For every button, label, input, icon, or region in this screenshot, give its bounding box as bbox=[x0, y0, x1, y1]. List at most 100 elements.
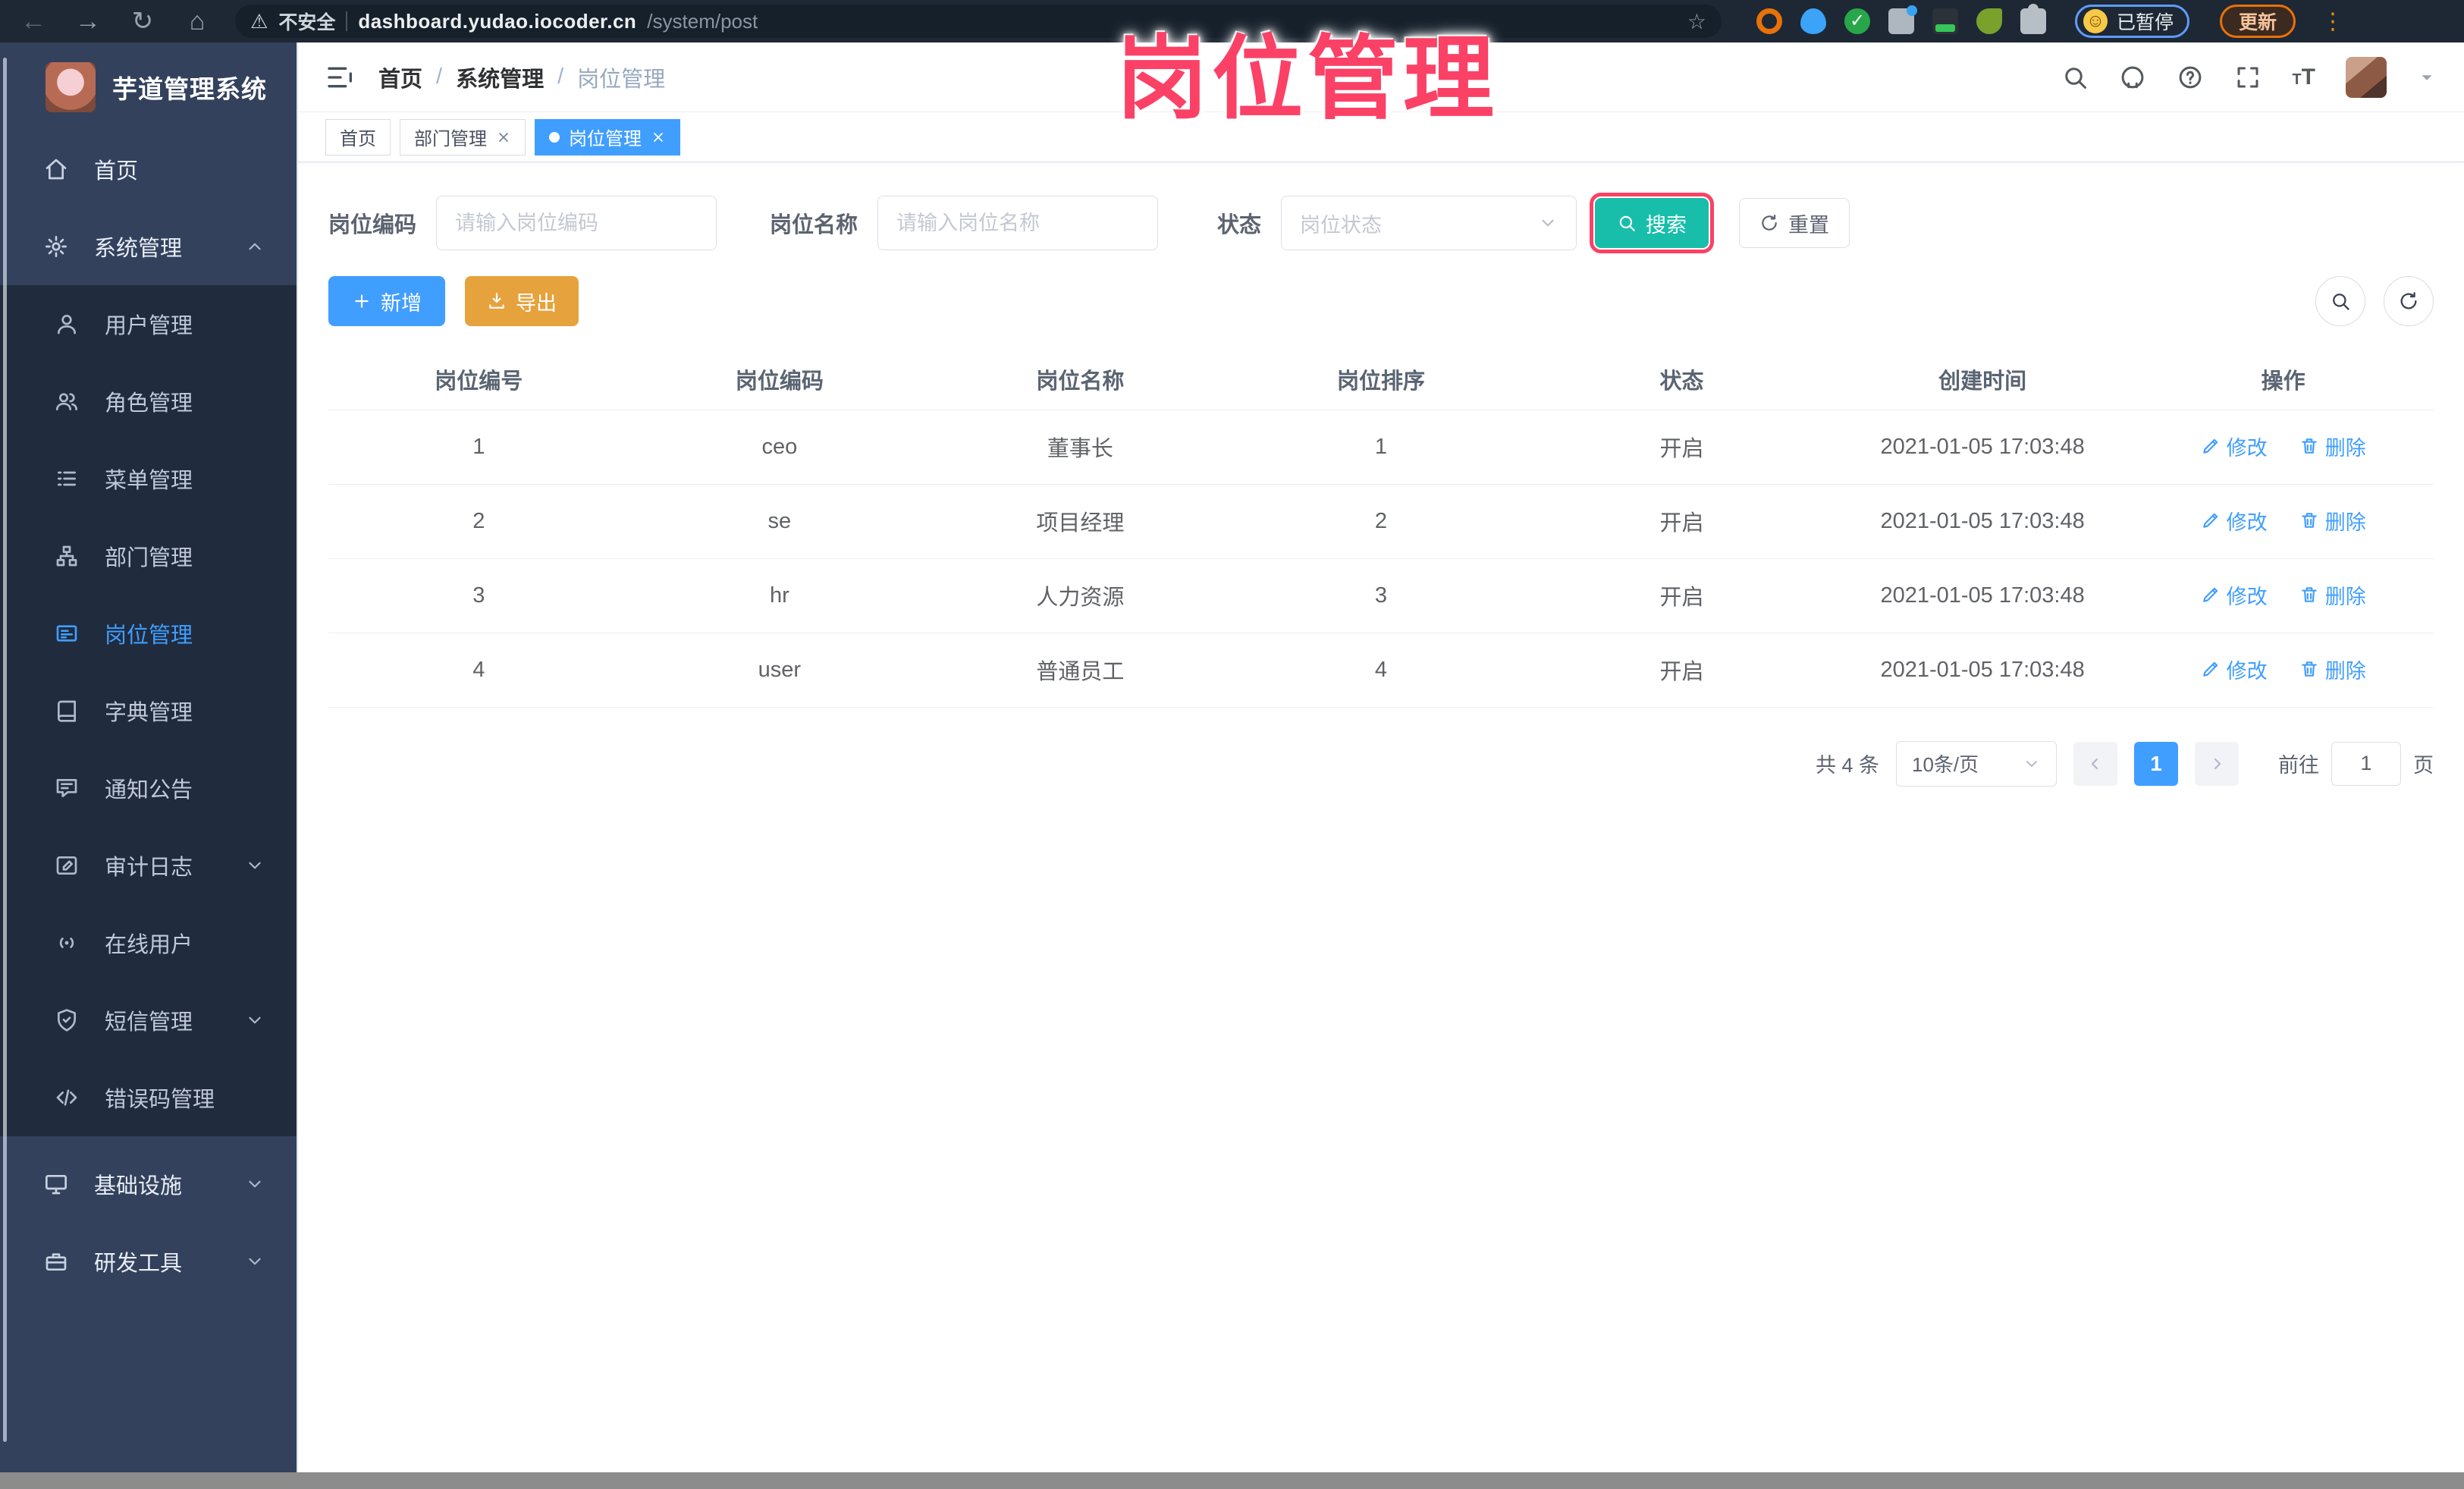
export-button[interactable]: 导出 bbox=[465, 276, 579, 326]
sidebar-item-dict[interactable]: 字典管理 bbox=[0, 672, 297, 749]
sidebar-item-sms[interactable]: 短信管理 bbox=[0, 982, 297, 1059]
edit-link[interactable]: 修改 bbox=[2201, 432, 2268, 461]
sidebar-item-online-users[interactable]: 在线用户 bbox=[0, 904, 297, 982]
browser-forward-icon[interactable]: → bbox=[71, 5, 105, 38]
extension-icon[interactable]: ✓ bbox=[1844, 8, 1870, 34]
breadcrumb-current: 岗位管理 bbox=[577, 67, 666, 92]
paused-badge[interactable]: ☺ 已暂停 bbox=[2075, 5, 2190, 38]
browser-update-button[interactable]: 更新 bbox=[2220, 5, 2296, 38]
sidebar-item-posts[interactable]: 岗位管理 bbox=[0, 595, 297, 672]
status-select[interactable]: 岗位状态 bbox=[1281, 196, 1577, 250]
browser-home-icon[interactable]: ⌂ bbox=[180, 5, 214, 38]
sidebar-item-error-codes[interactable]: 错误码管理 bbox=[0, 1059, 297, 1136]
sidebar-item-menus[interactable]: 菜单管理 bbox=[0, 440, 297, 517]
paused-label: 已暂停 bbox=[2117, 12, 2174, 33]
next-page-button[interactable] bbox=[2195, 741, 2239, 786]
address-bar[interactable]: ⚠ 不安全 dashboard.yudao.iocoder.cn/system/… bbox=[235, 5, 1722, 38]
cell-created: 2021-01-05 17:03:48 bbox=[1832, 633, 2133, 708]
github-icon[interactable] bbox=[2119, 64, 2146, 91]
add-button[interactable]: 新增 bbox=[328, 276, 445, 326]
post-code-input[interactable] bbox=[436, 196, 717, 250]
breadcrumb-system[interactable]: 系统管理 bbox=[456, 61, 544, 93]
sidebar-item-system[interactable]: 系统管理 bbox=[0, 208, 297, 285]
close-icon[interactable] bbox=[496, 130, 511, 145]
browser-reload-icon[interactable]: ↻ bbox=[126, 5, 159, 38]
url-divider bbox=[346, 11, 348, 31]
extension-icon[interactable] bbox=[1976, 8, 2002, 34]
cell-created: 2021-01-05 17:03:48 bbox=[1832, 484, 2133, 559]
extension-icon[interactable] bbox=[1932, 8, 1958, 34]
edit-link[interactable]: 修改 bbox=[2201, 655, 2268, 684]
cell-status: 开启 bbox=[1531, 484, 1832, 559]
cell-actions: 修改 删除 bbox=[2133, 558, 2434, 633]
post-code-label: 岗位编码 bbox=[328, 213, 417, 237]
sidebar-item-label: 字典管理 bbox=[105, 701, 193, 725]
delete-link[interactable]: 删除 bbox=[2299, 506, 2366, 536]
page-unit-label: 页 bbox=[2413, 754, 2434, 777]
sidebar-item-devtools[interactable]: 研发工具 bbox=[0, 1223, 297, 1300]
tab-post[interactable]: 岗位管理 bbox=[535, 118, 680, 155]
goto-page-input[interactable] bbox=[2331, 741, 2401, 786]
breadcrumb-home[interactable]: 首页 bbox=[378, 61, 422, 93]
sidebar-item-label: 角色管理 bbox=[105, 391, 193, 416]
page-size-select[interactable]: 10条/页 bbox=[1896, 740, 2057, 787]
sidebar-item-notice[interactable]: 通知公告 bbox=[0, 749, 297, 827]
sidebar-item-home[interactable]: 首页 bbox=[0, 130, 297, 208]
edit-link[interactable]: 修改 bbox=[2201, 506, 2268, 536]
chevron-down-icon bbox=[245, 1010, 265, 1030]
bookmark-star-icon[interactable]: ☆ bbox=[1687, 9, 1706, 34]
monitor-icon bbox=[44, 1172, 68, 1196]
search-icon[interactable] bbox=[2061, 64, 2089, 91]
page-number-active[interactable]: 1 bbox=[2134, 741, 2178, 786]
browser-back-icon[interactable]: ← bbox=[17, 5, 50, 38]
delete-link[interactable]: 删除 bbox=[2299, 580, 2366, 610]
tab-dept[interactable]: 部门管理 bbox=[400, 118, 526, 155]
sidebar-item-infrastructure[interactable]: 基础设施 bbox=[0, 1145, 297, 1223]
sidebar-item-users[interactable]: 用户管理 bbox=[0, 285, 297, 363]
column-header: 操作 bbox=[2133, 349, 2434, 410]
sidebar-item-audit-log[interactable]: 审计日志 bbox=[0, 827, 297, 904]
font-size-icon[interactable]: TT bbox=[2292, 65, 2315, 89]
kebab-menu-icon[interactable]: ⋮ bbox=[2321, 8, 2344, 35]
question-icon[interactable] bbox=[2177, 64, 2204, 91]
post-name-input[interactable] bbox=[877, 196, 1159, 250]
security-label[interactable]: 不安全 bbox=[278, 8, 335, 35]
extension-icon[interactable] bbox=[1888, 5, 1917, 34]
extension-icon[interactable] bbox=[1800, 8, 1826, 34]
delete-link[interactable]: 删除 bbox=[2299, 655, 2366, 684]
cell-id: 4 bbox=[328, 633, 629, 708]
table-row: 2 se 项目经理 2 开启 2021-01-05 17:03:48 修改 删除 bbox=[328, 484, 2434, 559]
tab-label: 岗位管理 bbox=[569, 129, 642, 149]
cell-created: 2021-01-05 17:03:48 bbox=[1832, 410, 2133, 485]
log-pencil-icon bbox=[55, 853, 79, 878]
hamburger-icon[interactable] bbox=[325, 62, 356, 93]
cell-created: 2021-01-05 17:03:48 bbox=[1832, 558, 2133, 633]
reset-button[interactable]: 重置 bbox=[1739, 198, 1850, 248]
close-icon[interactable] bbox=[651, 130, 666, 145]
sidebar-item-label: 研发工具 bbox=[94, 1252, 183, 1276]
tab-home[interactable]: 首页 bbox=[325, 118, 391, 155]
sidebar-item-label: 在线用户 bbox=[105, 933, 193, 957]
search-button[interactable]: 搜索 bbox=[1590, 193, 1715, 253]
edit-label: 修改 bbox=[2226, 585, 2268, 608]
cell-actions: 修改 删除 bbox=[2133, 410, 2434, 485]
filter-form: 岗位编码 岗位名称 状态 岗位状态 搜索 重置 bbox=[328, 193, 2434, 253]
delete-link[interactable]: 删除 bbox=[2299, 432, 2366, 461]
edit-link[interactable]: 修改 bbox=[2201, 580, 2268, 610]
org-tree-icon bbox=[55, 544, 79, 568]
extension-icon[interactable] bbox=[1756, 8, 1782, 34]
column-header: 岗位排序 bbox=[1230, 349, 1532, 410]
refresh-table-button[interactable] bbox=[2384, 276, 2434, 326]
sidebar-item-roles[interactable]: 角色管理 bbox=[0, 363, 297, 440]
avatar[interactable] bbox=[2346, 56, 2387, 98]
fullscreen-icon[interactable] bbox=[2234, 64, 2262, 91]
cell-id: 1 bbox=[328, 410, 629, 485]
delete-label: 删除 bbox=[2324, 585, 2366, 608]
extensions-puzzle-icon[interactable] bbox=[2020, 4, 2046, 34]
post-table: 岗位编号 岗位编码 岗位名称 岗位排序 状态 创建时间 操作 1 ceo 董事长 bbox=[328, 349, 2434, 708]
caret-down-icon[interactable] bbox=[2417, 68, 2437, 87]
column-header: 岗位编号 bbox=[328, 349, 629, 410]
toggle-search-button[interactable] bbox=[2315, 276, 2365, 326]
prev-page-button[interactable] bbox=[2073, 741, 2117, 786]
sidebar-item-departments[interactable]: 部门管理 bbox=[0, 517, 297, 595]
